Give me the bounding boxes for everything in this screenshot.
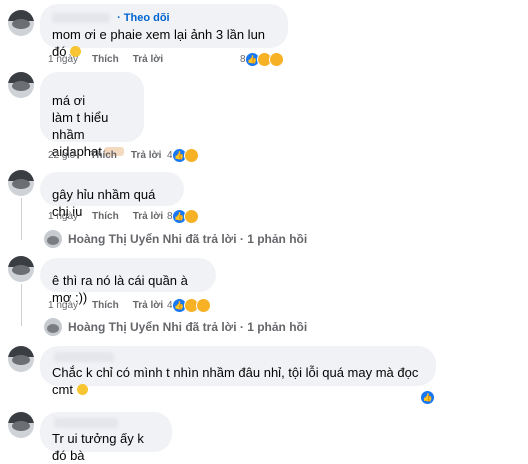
comment-bubble: · Theo dõi mom ơi e phaie xem lại ảnh 3 … bbox=[40, 4, 288, 59]
like-icon: 👍 bbox=[420, 390, 435, 405]
avatar[interactable] bbox=[8, 346, 34, 372]
haha-icon bbox=[183, 209, 199, 224]
comment-line: làm t hiểu nhầm bbox=[52, 110, 109, 142]
view-replies-link[interactable]: Hoàng Thị Uyển Nhi đã trả lời · 1 phản h… bbox=[44, 318, 307, 336]
timestamp[interactable]: 1 ngày bbox=[48, 54, 78, 65]
reply-summary[interactable]: Hoàng Thị Uyển Nhi đã trả lời · 1 phản h… bbox=[68, 320, 307, 334]
avatar[interactable] bbox=[8, 170, 34, 196]
reaction-summary[interactable]: 4 👍 bbox=[167, 148, 199, 163]
like-button[interactable]: Thích bbox=[92, 300, 119, 311]
comment-bubble: ê thì ra nó là cái quần à mợ :)) bbox=[40, 258, 216, 305]
comment-bubble: má ơi làm t hiểu nhầm aidaphat bbox=[40, 72, 144, 159]
reaction-summary[interactable]: 4 👍 bbox=[167, 298, 211, 313]
reply-button[interactable]: Trả lời bbox=[133, 54, 163, 65]
author-name-blurred[interactable] bbox=[54, 352, 114, 362]
avatar[interactable] bbox=[8, 412, 34, 438]
thread-line bbox=[21, 198, 22, 240]
avatar[interactable] bbox=[8, 256, 34, 282]
comment-bubble: Tr ui tưởng ấy k đó bà bbox=[40, 412, 172, 463]
reply-button[interactable]: Trả lời bbox=[133, 300, 163, 311]
haha-icon bbox=[183, 148, 199, 163]
comment-actions: 1 ngày Thích Trả lời bbox=[48, 52, 163, 66]
timestamp[interactable]: 22 giờ bbox=[48, 150, 76, 161]
author-name-blurred[interactable] bbox=[52, 13, 110, 24]
like-button[interactable]: Thích bbox=[90, 150, 117, 161]
comment-actions: 1 ngày Thích Trả lời bbox=[48, 298, 163, 312]
comment-actions: 1 ngày Thích Trả lời bbox=[48, 209, 163, 223]
comment-bubble: gây hỉu nhầm quá chị iu bbox=[40, 172, 184, 219]
reply-button[interactable]: Trả lời bbox=[133, 211, 163, 222]
comment-line: má ơi bbox=[52, 93, 86, 108]
reply-avatar bbox=[44, 318, 62, 336]
reply-avatar bbox=[44, 230, 62, 248]
timestamp[interactable]: 1 ngày bbox=[48, 300, 78, 311]
reaction-summary[interactable]: 👍 bbox=[420, 390, 435, 405]
reply-button[interactable]: Trả lời bbox=[131, 150, 161, 161]
avatar[interactable] bbox=[8, 72, 34, 98]
sad-icon bbox=[195, 298, 211, 313]
follow-link[interactable]: · Theo dõi bbox=[117, 12, 170, 24]
comment-bubble: Chắc k chỉ có mình t nhìn nhầm đâu nhỉ, … bbox=[40, 346, 436, 397]
comment-text: Chắc k chỉ có mình t nhìn nhầm đâu nhỉ, … bbox=[52, 365, 419, 397]
reaction-summary[interactable]: 8 👍 bbox=[240, 52, 284, 67]
like-button[interactable]: Thích bbox=[92, 211, 119, 222]
comment-actions: 22 giờ Thích Trả lời bbox=[48, 148, 161, 162]
reply-summary[interactable]: Hoàng Thị Uyển Nhi đã trả lời · 1 phản h… bbox=[68, 232, 307, 246]
author-name-blurred[interactable] bbox=[54, 418, 118, 428]
thread-line bbox=[21, 284, 22, 326]
smile-emoji-icon bbox=[76, 384, 88, 395]
haha-icon bbox=[268, 52, 284, 67]
like-button[interactable]: Thích bbox=[92, 54, 119, 65]
avatar[interactable] bbox=[8, 10, 34, 36]
timestamp[interactable]: 1 ngày bbox=[48, 211, 78, 222]
reaction-summary[interactable]: 8 👍 bbox=[167, 209, 199, 224]
view-replies-link[interactable]: Hoàng Thị Uyển Nhi đã trả lời · 1 phản h… bbox=[44, 230, 307, 248]
